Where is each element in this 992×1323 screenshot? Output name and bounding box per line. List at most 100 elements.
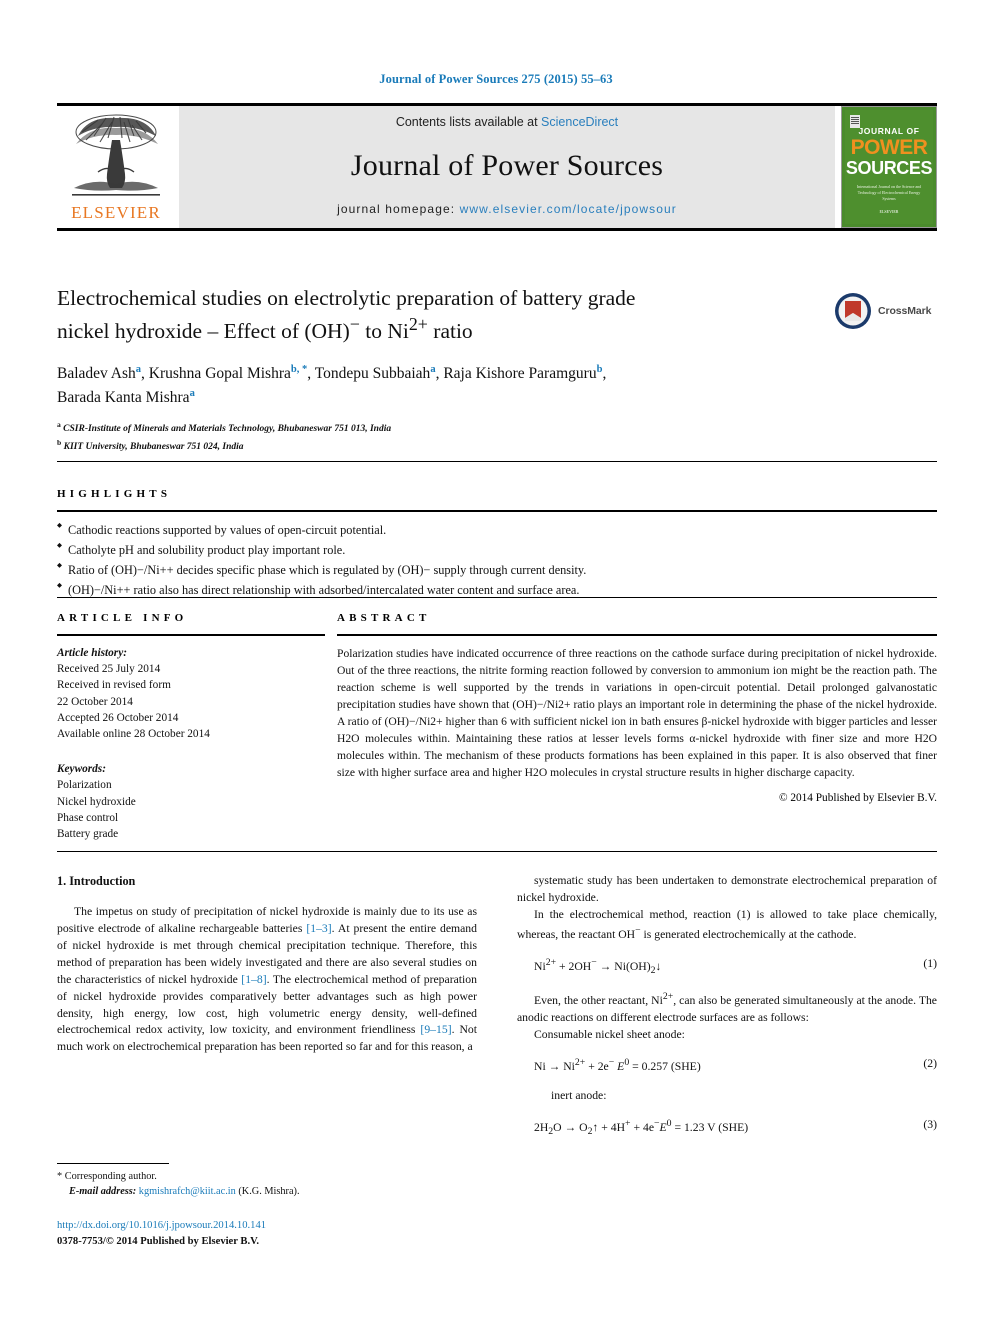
contents-available-line: Contents lists available at ScienceDirec… [396,115,618,129]
list-item: Cathodic reactions supported by values o… [57,521,937,541]
cover-line-journal-of: JOURNAL OF [858,126,920,136]
section-heading-introduction: 1. Introduction [57,874,136,888]
cover-publisher: ELSEVIER [879,208,899,214]
highlights-list: Cathodic reactions supported by values o… [57,521,937,601]
keyword-item: Polarization [57,779,112,792]
article-info-column: ARTICLE INFO Article history: Received 2… [57,612,325,843]
author-name[interactable]: Raja Kishore Paramguru [443,365,596,382]
equation-2: Ni → Ni2+ + 2e− E0 = 0.257 (SHE) (2) [517,1056,937,1076]
section-divider-above-highlights [57,461,937,462]
corresponding-author-footnote: * Corresponding author. E-mail address: … [57,1163,477,1200]
crossmark-icon [835,293,871,329]
title-superscript-minus: − [349,313,360,334]
title-line-2-part-a: nickel hydroxide – Effect of (OH) [57,319,350,344]
page-title: Electrochemical studies on electrolytic … [57,285,817,346]
history-item: Received 25 July 2014 [57,662,161,675]
paragraph: systematic study has been undertaken to … [517,874,937,904]
author-separator: , [141,365,149,383]
keyword-item: Phase control [57,811,119,824]
title-superscript-2plus: 2+ [408,313,428,334]
corresponding-marker: * [57,1171,63,1182]
list-item: Catholyte pH and solubility product play… [57,541,937,561]
highlights-rule [57,510,937,512]
doi-block: http://dx.doi.org/10.1016/j.jpowsour.201… [57,1218,477,1250]
author-name[interactable]: Barada Kanta Mishra [57,389,190,406]
abstract-rule [337,634,937,636]
author-affiliation-marker: b, * [290,364,308,376]
paragraph: The impetus on study of precipitation of… [57,904,477,1057]
info-abstract-row: ARTICLE INFO Article history: Received 2… [57,612,937,843]
title-line-1: Electrochemical studies on electrolytic … [57,286,636,310]
contents-prefix: Contents lists available at [395,115,542,129]
keywords-label: Keywords: [57,762,106,775]
running-head: Journal of Power Sources 275 (2015) 55–6… [379,72,613,86]
crossmark-badge[interactable]: CrossMark [833,289,937,333]
cover-subtitle: International Journal on the Science and… [856,184,922,201]
body-column-left: 1. Introduction The impetus on study of … [57,873,477,1151]
affiliation-marker: a [57,420,61,430]
elsevier-tree-icon [72,114,160,196]
title-line-2-part-c: ratio [427,319,473,344]
journal-cover-thumbnail: JOURNAL OF POWER SOURCES International J… [841,106,937,228]
affiliation-item: b KIIT University, Bhubaneswar 751 024, … [57,437,937,455]
doi-link[interactable]: http://dx.doi.org/10.1016/j.jpowsour.201… [57,1218,477,1234]
elsevier-wordmark: ELSEVIER [71,203,161,222]
abstract-column: ABSTRACT Polarization studies have indic… [337,612,937,843]
article-body: 1. Introduction The impetus on study of … [57,873,937,1151]
highlights-section: HIGHLIGHTS Cathodic reactions supported … [57,488,937,601]
body-column-right: systematic study has been undertaken to … [517,873,937,1151]
equation-1-number: (1) [923,956,937,970]
issn-copyright: 0378-7753/© 2014 Published by Elsevier B… [57,1235,260,1247]
equation-3-body: 2H2O → O2↑ + 4H+ + 4e−E0 = 1.23 V (SHE) [534,1117,749,1137]
journal-title: Journal of Power Sources [350,148,664,182]
author-separator: , [602,365,607,383]
author-affiliation-marker: a [189,387,195,399]
article-history: Article history: Received 25 July 2014 R… [57,645,325,743]
homepage-url-link[interactable]: www.elsevier.com/locate/jpowsour [460,202,677,216]
keyword-item: Nickel hydroxide [57,795,136,808]
affiliation-marker: b [57,438,62,448]
section-divider-above-info [57,597,937,598]
author-name[interactable]: Tondepu Subbaiah [315,365,431,382]
paragraph: Even, the other reactant, Ni2+, can also… [517,991,937,1024]
equation-3-number: (3) [923,1117,937,1131]
author-separator: , [307,365,315,383]
paper-page: Journal of Power Sources 275 (2015) 55–6… [0,0,992,1323]
sciencedirect-link[interactable]: ScienceDirect [541,115,618,129]
article-history-label: Article history: [57,646,127,659]
keywords-block: Keywords: Polarization Nickel hydroxide … [57,761,325,843]
citation-link[interactable]: [9–15] [420,1023,451,1036]
equation-1: Ni2+ + 2OH− → Ni(OH)2↓ (1) [517,956,937,978]
crossmark-label: CrossMark [878,305,932,317]
paragraph: inert anode: [551,1088,607,1102]
list-item: Ratio of (OH)−/Ni++ decides specific pha… [57,561,937,581]
homepage-prefix: journal homepage: [337,202,460,216]
history-item: Received in revised form [57,679,171,692]
keyword-item: Battery grade [57,828,119,841]
citation-link[interactable]: [1–3] [306,922,331,935]
author-name[interactable]: Baladev Ash [57,365,136,382]
author-list: Baladev Asha, Krushna Gopal Mishrab, *, … [57,362,847,409]
cover-line-sources: SOURCES [845,158,933,178]
email-line: E-mail address: kgmishrafch@kiit.ac.in (… [57,1184,477,1199]
equation-1-body: Ni2+ + 2OH− → Ni(OH)2↓ [534,956,662,976]
citation-link[interactable]: [1–8] [241,973,266,986]
affiliation-text: CSIR-Institute of Minerals and Materials… [63,424,392,435]
email-link[interactable]: kgmishrafch@kiit.ac.in [139,1186,236,1197]
corresponding-author-line: * Corresponding author. [57,1169,477,1184]
equation-2-number: (2) [923,1056,937,1070]
masthead-bottom-rule [57,228,937,231]
paragraph: In the electrochemical method, reaction … [517,907,937,941]
highlights-heading: HIGHLIGHTS [57,488,172,500]
affiliation-text: KIIT University, Bhubaneswar 751 024, In… [63,442,244,453]
email-owner: (K.G. Mishra). [238,1186,300,1198]
history-item: Available online 28 October 2014 [57,728,210,741]
equation-3: 2H2O → O2↑ + 4H+ + 4e−E0 = 1.23 V (SHE) … [517,1117,937,1139]
article-info-rule [57,634,325,636]
article-header: CrossMark Electrochemical studies on ele… [57,285,937,455]
corresponding-label: Corresponding author. [64,1171,157,1182]
affiliation-list: a CSIR-Institute of Minerals and Materia… [57,419,937,455]
author-name[interactable]: Krushna Gopal Mishra [149,365,291,382]
abstract-heading: ABSTRACT [337,612,431,624]
history-item: Accepted 26 October 2014 [57,712,179,725]
